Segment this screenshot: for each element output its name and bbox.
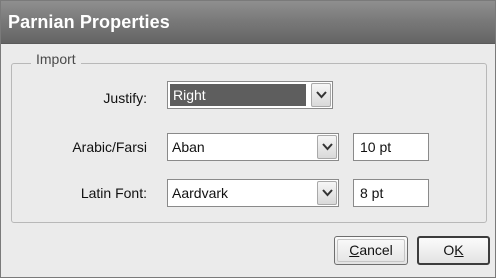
- justify-value: Right: [173, 87, 206, 103]
- chevron-down-icon: [316, 91, 327, 99]
- latin-size-value: 8 pt: [360, 185, 384, 201]
- properties-dialog: Parnian Properties Import Justify: Right…: [0, 0, 496, 278]
- justify-label: Justify:: [103, 90, 147, 106]
- chevron-down-icon: [322, 143, 333, 151]
- arabic-size-input[interactable]: 10 pt: [353, 133, 429, 161]
- arabic-font-dropdown-button[interactable]: [317, 135, 337, 159]
- cancel-mnemonic: C: [349, 242, 360, 258]
- import-group-label: Import: [31, 51, 81, 67]
- latin-size-input[interactable]: 8 pt: [353, 179, 429, 207]
- latin-font-value: Aardvark: [172, 185, 229, 201]
- window-title: Parnian Properties: [8, 12, 170, 32]
- cancel-button-label: Cancel: [349, 242, 393, 258]
- cancel-label-rest: ancel: [359, 242, 393, 258]
- arabic-font-select[interactable]: Aban: [167, 133, 339, 161]
- title-bar[interactable]: Parnian Properties: [1, 1, 495, 44]
- latin-font-select[interactable]: Aardvark: [167, 179, 339, 207]
- cancel-button[interactable]: Cancel: [334, 236, 408, 265]
- ok-button[interactable]: OK: [417, 236, 490, 265]
- latin-font-dropdown-button[interactable]: [317, 181, 337, 205]
- arabic-farsi-label: Arabic/Farsi: [72, 139, 147, 155]
- justify-select[interactable]: Right: [167, 81, 333, 109]
- justify-dropdown-button[interactable]: [311, 83, 331, 107]
- chevron-down-icon: [322, 189, 333, 197]
- arabic-size-value: 10 pt: [360, 139, 392, 155]
- arabic-font-value: Aban: [172, 139, 205, 155]
- ok-mnemonic: K: [454, 242, 464, 258]
- ok-label-first: O: [443, 242, 455, 258]
- ok-button-label: OK: [443, 242, 463, 258]
- latin-font-label: Latin Font:: [80, 185, 147, 201]
